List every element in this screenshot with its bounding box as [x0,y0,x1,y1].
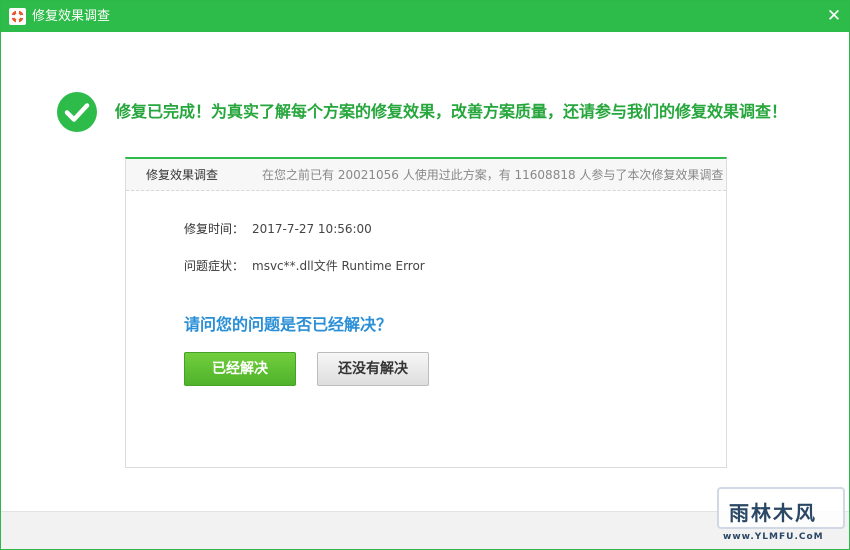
resolved-button[interactable]: 已经解决 [184,352,296,386]
repair-time-value: 2017-7-27 10:56:00 [252,222,372,236]
window-title: 修复效果调查 [32,9,111,24]
survey-panel-title: 修复效果调查 [146,168,219,182]
not-resolved-button[interactable]: 还没有解决 [317,352,429,386]
survey-stats: 在您之前已有 20021056 人使用过此方案，有 11608818 人参与了本… [262,168,724,182]
resolution-question: 请问您的问题是否已经解决？ [184,315,393,334]
survey-panel-header: 修复效果调查 在您之前已有 20021056 人使用过此方案，有 1160881… [126,159,726,191]
symptom-value: msvc**.dll文件 Runtime Error [252,259,425,273]
close-icon: ✕ [826,6,842,26]
symptom-label: 问题症状： [184,259,245,273]
survey-window: 修复效果调查 ✕ 修复已完成！为真实了解每个方案的修复效果，改善方案质量，还请参… [0,0,850,550]
check-circle-icon [57,92,97,132]
watermark-box: 雨林木风 [717,487,845,529]
watermark-url: www.YLMFU.CoM [723,532,824,542]
close-button[interactable]: ✕ [823,5,845,27]
watermark-logo: 雨林木风 www.YLMFU.CoM [717,487,847,547]
title-bar: 修复效果调查 ✕ [1,1,849,32]
result-banner: 修复已完成！为真实了解每个方案的修复效果，改善方案质量，还请参与我们的修复效果调… [57,92,817,132]
repair-time-label: 修复时间： [184,222,245,236]
watermark-text: 雨林木风 [729,501,817,525]
lifebuoy-icon [9,8,26,25]
survey-panel: 修复效果调查 在您之前已有 20021056 人使用过此方案，有 1160881… [125,157,727,468]
result-message: 修复已完成！为真实了解每个方案的修复效果，改善方案质量，还请参与我们的修复效果调… [115,102,788,121]
